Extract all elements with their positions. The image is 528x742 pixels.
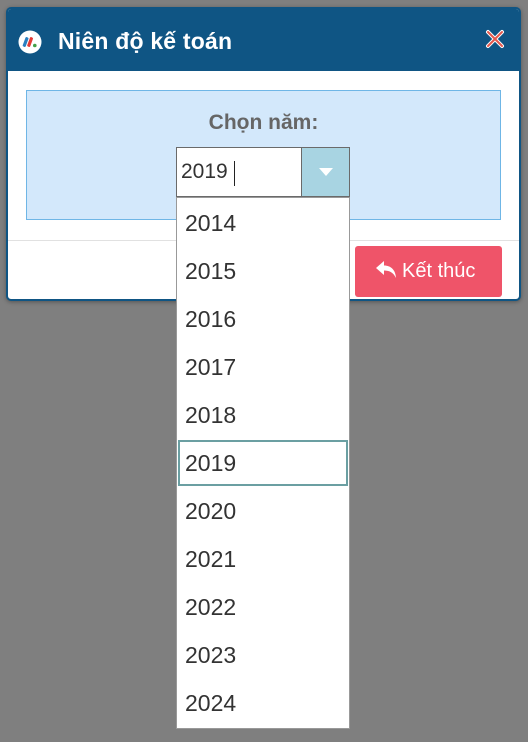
dialog-title-bar[interactable]: Niên độ kế toán [8, 9, 519, 71]
year-option[interactable]: 2018 [178, 392, 348, 438]
year-option[interactable]: 2021 [178, 536, 348, 582]
text-cursor [234, 161, 235, 186]
year-option[interactable]: 2024 [178, 680, 348, 726]
year-option[interactable]: 2023 [178, 632, 348, 678]
year-option[interactable]: 2016 [178, 296, 348, 342]
year-option-selected[interactable]: 2019 [178, 440, 348, 486]
year-option[interactable]: 2014 [178, 200, 348, 246]
undo-arrow-icon [376, 261, 396, 278]
year-option[interactable]: 2015 [178, 248, 348, 294]
dialog-title: Niên độ kế toán [58, 28, 233, 54]
exit-button-label: Kết thúc [402, 260, 476, 282]
exit-button[interactable]: Kết thúc [355, 246, 502, 297]
close-icon[interactable] [483, 27, 507, 51]
dropdown-toggle-button[interactable] [301, 148, 349, 196]
choose-year-label: Chọn năm: [208, 111, 319, 134]
year-combobox[interactable] [176, 147, 350, 197]
app-logo-icon [18, 30, 42, 54]
year-option[interactable]: 2022 [178, 584, 348, 630]
year-option[interactable]: 2020 [178, 488, 348, 534]
year-input[interactable] [177, 148, 301, 196]
caret-down-icon [319, 168, 333, 176]
year-option[interactable]: 2017 [178, 344, 348, 390]
year-dropdown-list[interactable]: 2014 2015 2016 2017 2018 2019 2020 2021 … [176, 197, 350, 729]
